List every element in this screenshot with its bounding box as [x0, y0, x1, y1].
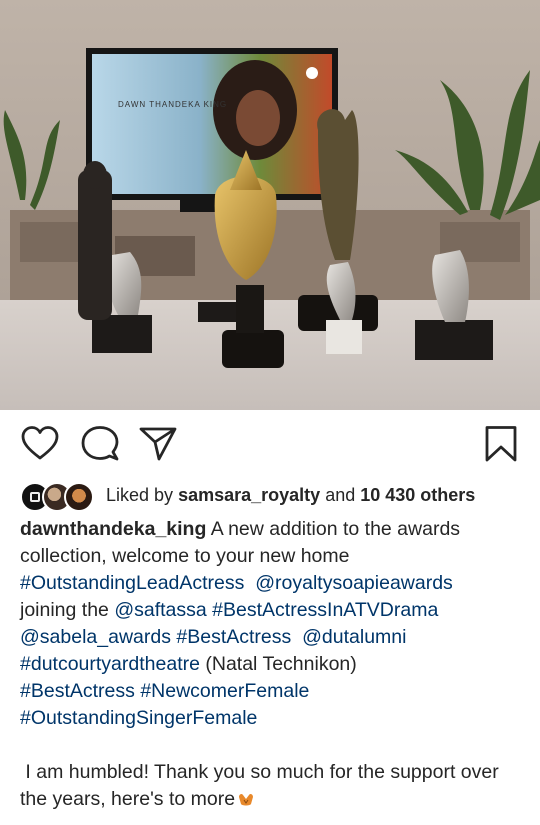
caption-username[interactable]: dawnthandeka_king [20, 518, 206, 540]
raised-hands-emoji-icon [239, 793, 254, 806]
send-icon [139, 427, 177, 461]
likes-count[interactable]: 10 430 others [360, 485, 475, 505]
share-button[interactable] [138, 424, 178, 464]
comment-button[interactable] [80, 424, 120, 464]
hashtag-link[interactable]: #BestActressInATVDrama [212, 599, 438, 621]
hashtag-link[interactable]: #BestActress [20, 680, 135, 702]
tv-overlay-text: DAWN THANDEKA KING [118, 100, 227, 109]
caption-text: (Natal Technikon) [205, 653, 357, 675]
heart-icon [21, 426, 59, 460]
comment-icon [81, 426, 119, 461]
post-photo-image: DAWN THANDEKA KING [0, 0, 540, 410]
hashtag-link[interactable]: #OutstandingSingerFemale [20, 707, 257, 729]
likes-summary[interactable]: Liked by samsara_royalty and 10 430 othe… [20, 480, 475, 512]
avatar [64, 482, 94, 512]
hashtag-link[interactable]: #OutstandingLeadActress [20, 572, 244, 594]
caption-closing: I am humbled! Thank you so much for the … [20, 761, 499, 810]
likes-and: and [325, 484, 356, 505]
save-button[interactable] [481, 424, 521, 464]
like-button[interactable] [20, 424, 60, 464]
mention-link[interactable]: @saftassa [114, 599, 206, 621]
bookmark-icon [485, 426, 517, 462]
liker-username[interactable]: samsara_royalty [178, 485, 320, 505]
mention-link[interactable]: @sabela_awards [20, 626, 171, 648]
post-photo[interactable]: DAWN THANDEKA KING [0, 0, 540, 410]
likes-prefix: Liked by [106, 484, 174, 505]
hashtag-link[interactable]: #NewcomerFemale [140, 680, 309, 702]
likes-text: Liked by samsara_royalty and 10 430 othe… [106, 485, 475, 506]
post-action-bar [0, 410, 540, 478]
mention-link[interactable]: @royaltysoapieawards [255, 572, 453, 594]
hashtag-link[interactable]: #BestActress [176, 626, 291, 648]
caption-text: joining the [20, 599, 109, 621]
mention-link[interactable]: @dutalumni [302, 626, 406, 648]
hashtag-link[interactable]: #dutcourtyardtheatre [20, 653, 200, 675]
liker-avatars[interactable] [20, 480, 96, 512]
post-caption: dawnthandeka_king A new addition to the … [20, 516, 526, 813]
